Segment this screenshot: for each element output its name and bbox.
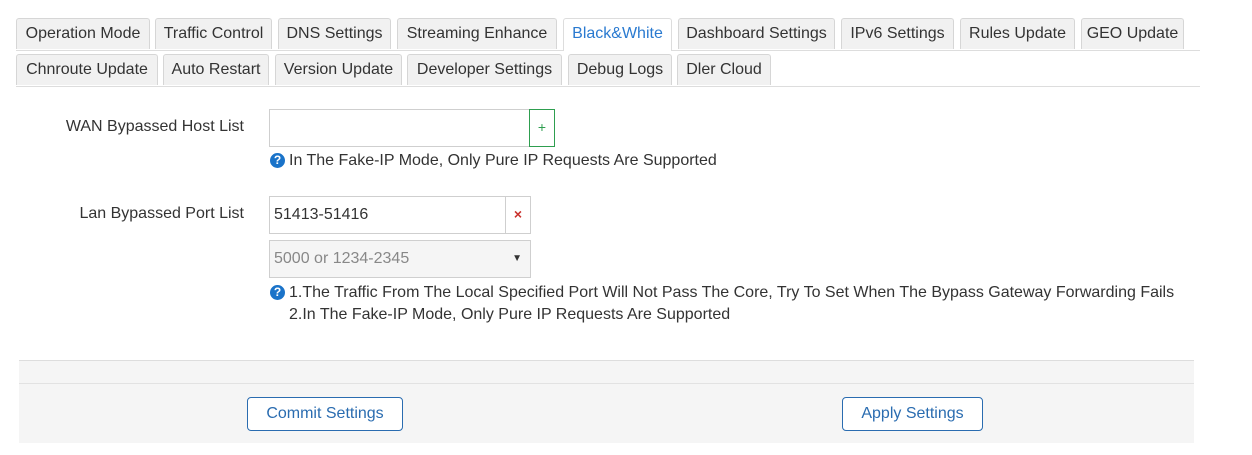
tab-developer-settings[interactable]: Developer Settings xyxy=(407,54,562,85)
lan-bypassed-port-label: Lan Bypassed Port List xyxy=(79,205,244,222)
remove-port-button[interactable]: × xyxy=(505,196,531,234)
footer-bar: Commit Settings Apply Settings xyxy=(19,384,1194,443)
lan-help-line-2: 2.In The Fake-IP Mode, Only Pure IP Requ… xyxy=(289,306,731,323)
commit-settings-button[interactable]: Commit Settings xyxy=(247,397,403,431)
tab-dler-cloud[interactable]: Dler Cloud xyxy=(677,54,771,85)
tab-dashboard-settings[interactable]: Dashboard Settings xyxy=(678,18,835,49)
tab-row-2: Chnroute Update Auto Restart Version Upd… xyxy=(16,54,1200,87)
tab-debug-logs[interactable]: Debug Logs xyxy=(568,54,672,85)
tab-ipv6-settings[interactable]: IPv6 Settings xyxy=(841,18,954,49)
lan-port-entry-input[interactable]: 51413-51416 xyxy=(269,196,506,234)
tab-rules-update[interactable]: Rules Update xyxy=(960,18,1075,49)
tab-row-1: Operation Mode Traffic Control DNS Setti… xyxy=(16,18,1200,51)
wan-help-text: ? In The Fake-IP Mode, Only Pure IP Reque… xyxy=(270,150,717,172)
chevron-down-icon: ▼ xyxy=(512,253,522,264)
help-icon: ? xyxy=(270,153,285,168)
apply-settings-button[interactable]: Apply Settings xyxy=(842,397,983,431)
tab-geo-update[interactable]: GEO Update xyxy=(1081,18,1184,49)
lan-port-select[interactable]: 5000 or 1234-2345 ▼ xyxy=(269,240,531,278)
tab-auto-restart[interactable]: Auto Restart xyxy=(163,54,269,85)
help-icon: ? xyxy=(270,285,285,300)
tab-traffic-control[interactable]: Traffic Control xyxy=(155,18,272,49)
tab-black-white[interactable]: Black&White xyxy=(563,18,672,51)
tab-streaming-enhance[interactable]: Streaming Enhance xyxy=(397,18,557,49)
tab-dns-settings[interactable]: DNS Settings xyxy=(278,18,391,49)
tab-operation-mode[interactable]: Operation Mode xyxy=(16,18,150,49)
wan-bypassed-host-input[interactable] xyxy=(269,109,530,147)
lan-help-line-1: 1.The Traffic From The Local Specified P… xyxy=(289,284,1175,301)
footer-spacer xyxy=(19,361,1194,383)
lan-help-text: ? 1.The Traffic From The Local Specified … xyxy=(270,282,1174,326)
wan-help-message: In The Fake-IP Mode, Only Pure IP Reques… xyxy=(289,152,717,169)
wan-bypassed-host-label: WAN Bypassed Host List xyxy=(65,118,244,135)
tab-chnroute-update[interactable]: Chnroute Update xyxy=(16,54,158,85)
add-host-button[interactable]: + xyxy=(529,109,555,147)
lan-port-select-placeholder: 5000 or 1234-2345 xyxy=(274,250,410,267)
tab-version-update[interactable]: Version Update xyxy=(275,54,402,85)
